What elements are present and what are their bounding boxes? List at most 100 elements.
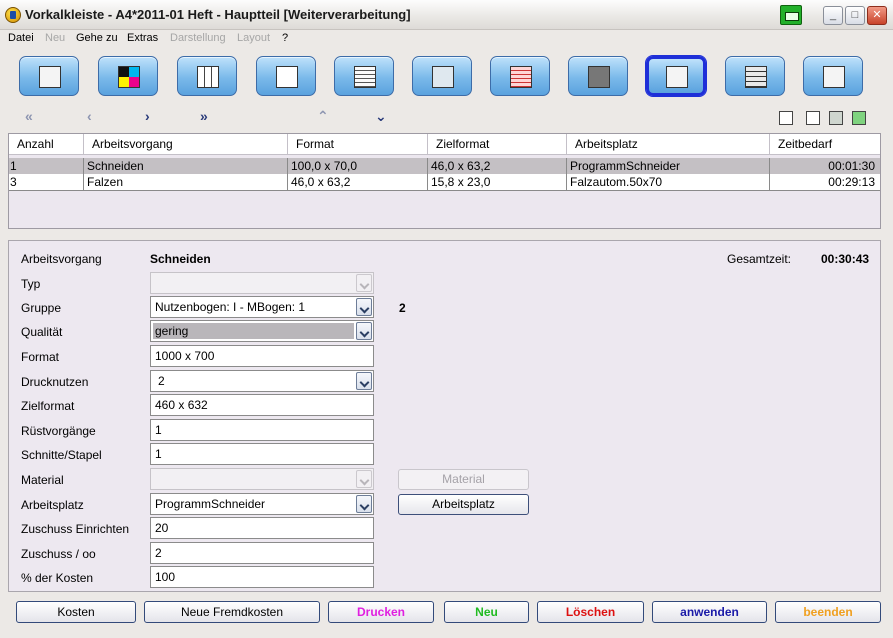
window-title: Vorkalkleiste - A4*2011-01 Heft - Hauptt… bbox=[25, 7, 411, 22]
move-down-icon[interactable]: ⌄ bbox=[375, 108, 387, 125]
arbeitsplatz-button[interactable]: Arbeitsplatz bbox=[398, 494, 529, 515]
arbeitsplatz-value: ProgrammSchneider bbox=[155, 497, 266, 511]
tool-finishing-worker[interactable] bbox=[803, 56, 863, 96]
material-select[interactable] bbox=[150, 468, 374, 490]
computer-icon bbox=[432, 66, 454, 88]
tool-paper-stack[interactable] bbox=[334, 56, 394, 96]
drucknutzen-select[interactable]: 2 bbox=[150, 370, 374, 392]
page-settings-icon[interactable] bbox=[806, 111, 820, 125]
printer-status-icon[interactable] bbox=[780, 5, 802, 25]
menu-gehe-zu[interactable]: Gehe zu bbox=[76, 32, 118, 44]
tool-workstation[interactable] bbox=[646, 56, 706, 96]
prepress-screen-icon bbox=[510, 66, 532, 88]
chevron-down-icon[interactable] bbox=[356, 298, 372, 316]
tool-operator-desk[interactable] bbox=[19, 56, 79, 96]
header-format[interactable]: Format bbox=[288, 134, 428, 155]
title-bar: Vorkalkleiste - A4*2011-01 Heft - Hauptt… bbox=[0, 0, 893, 30]
menu-layout[interactable]: Layout bbox=[237, 32, 270, 44]
minimize-button[interactable]: _ bbox=[823, 6, 843, 25]
material-label: Material bbox=[21, 473, 64, 487]
gruppe-select[interactable]: Nutzenbogen: I - MBogen: 1 bbox=[150, 296, 374, 318]
cell-arbeitsplatz: Falzautom.50x70 bbox=[567, 174, 770, 190]
table-row[interactable]: 3 Falzen 46,0 x 63,2 15,8 x 23,0 Falzaut… bbox=[9, 174, 880, 191]
tool-factory[interactable] bbox=[568, 56, 628, 96]
action-bar: Kosten Neue Fremdkosten Drucken Neu Lösc… bbox=[0, 598, 893, 630]
cell-arbeitsplatz: ProgrammSchneider bbox=[567, 158, 770, 174]
zuschuss-einrichten-input[interactable]: 20 bbox=[150, 517, 374, 539]
typ-label: Typ bbox=[21, 277, 41, 291]
zielformat-input[interactable]: 460 x 632 bbox=[150, 394, 374, 416]
tool-cmyk[interactable] bbox=[98, 56, 158, 96]
header-zeitbedarf[interactable]: Zeitbedarf bbox=[770, 134, 880, 155]
material-button[interactable]: Material bbox=[398, 469, 529, 490]
tool-prepress[interactable] bbox=[490, 56, 550, 96]
menu-help[interactable]: ? bbox=[282, 32, 288, 44]
zielformat-label: Zielformat bbox=[21, 399, 75, 413]
format-input[interactable]: 1000 x 700 bbox=[150, 345, 374, 367]
arbeitsvorgang-value: Schneiden bbox=[150, 252, 211, 266]
arbeitsplatz-select[interactable]: ProgrammSchneider bbox=[150, 493, 374, 515]
anwenden-button[interactable]: anwenden bbox=[652, 601, 767, 623]
schnitte-input[interactable]: 1 bbox=[150, 443, 374, 465]
chevron-down-icon[interactable] bbox=[356, 322, 372, 340]
ruestvorgaenge-label: Rüstvorgänge bbox=[21, 424, 96, 438]
beenden-button[interactable]: beenden bbox=[775, 601, 881, 623]
first-record-icon[interactable]: « bbox=[25, 108, 33, 124]
chevron-down-icon[interactable] bbox=[356, 274, 372, 292]
cell-anzahl: 3 bbox=[9, 174, 84, 190]
drucken-button[interactable]: Drucken bbox=[328, 601, 434, 623]
loeschen-button[interactable]: Löschen bbox=[537, 601, 644, 623]
cell-zielformat: 46,0 x 63,2 bbox=[428, 158, 567, 174]
prev-record-icon[interactable]: ‹ bbox=[87, 108, 92, 124]
app-icon bbox=[5, 7, 21, 23]
chevron-down-icon[interactable] bbox=[356, 495, 372, 513]
gruppe-label: Gruppe bbox=[21, 301, 62, 315]
typ-select[interactable] bbox=[150, 272, 374, 294]
grid-layout-icon bbox=[197, 66, 219, 88]
menu-extras[interactable]: Extras bbox=[127, 32, 158, 44]
spreadsheet-icon[interactable] bbox=[852, 111, 866, 125]
maximize-button[interactable]: □ bbox=[845, 6, 865, 25]
calculator-icon[interactable] bbox=[829, 111, 843, 125]
cell-format: 100,0 x 70,0 bbox=[288, 158, 428, 174]
menu-datei[interactable]: Datei bbox=[8, 32, 34, 44]
zuschuss-oo-input[interactable]: 2 bbox=[150, 542, 374, 564]
tool-book-stack[interactable] bbox=[725, 56, 785, 96]
print-icon[interactable] bbox=[779, 111, 793, 125]
book-stack-icon bbox=[745, 66, 767, 88]
ruestvorgaenge-input[interactable]: 1 bbox=[150, 419, 374, 441]
neu-button[interactable]: Neu bbox=[444, 601, 529, 623]
operation-detail-form: Arbeitsvorgang Schneiden Gesamtzeit: 00:… bbox=[8, 240, 881, 592]
menu-neu[interactable]: Neu bbox=[45, 32, 65, 44]
table-header: Anzahl Arbeitsvorgang Format Zielformat … bbox=[9, 134, 880, 155]
tool-computer[interactable] bbox=[412, 56, 472, 96]
tool-grid-layout[interactable] bbox=[177, 56, 237, 96]
header-arbeitsplatz[interactable]: Arbeitsplatz bbox=[567, 134, 770, 155]
finishing-worker-icon bbox=[823, 66, 845, 88]
drucknutzen-value: 2 bbox=[158, 374, 165, 388]
factory-icon bbox=[588, 66, 610, 88]
next-record-icon[interactable]: › bbox=[145, 108, 150, 124]
cmyk-icon bbox=[118, 66, 140, 88]
format-label: Format bbox=[21, 350, 60, 364]
paper-stack-icon bbox=[354, 66, 376, 88]
table-row[interactable]: 1 Schneiden 100,0 x 70,0 46,0 x 63,2 Pro… bbox=[9, 158, 880, 174]
header-anzahl[interactable]: Anzahl bbox=[9, 134, 84, 155]
tool-page-layout[interactable] bbox=[256, 56, 316, 96]
header-arbeitsvorgang[interactable]: Arbeitsvorgang bbox=[84, 134, 288, 155]
arbeitsvorgang-label: Arbeitsvorgang bbox=[21, 252, 102, 266]
neue-fremdkosten-button[interactable]: Neue Fremdkosten bbox=[144, 601, 320, 623]
menu-darstellung[interactable]: Darstellung bbox=[170, 32, 226, 44]
kosten-button[interactable]: Kosten bbox=[16, 601, 136, 623]
chevron-down-icon[interactable] bbox=[356, 372, 372, 390]
qualitaet-select[interactable]: gering bbox=[150, 320, 374, 342]
kosten-prozent-label: % der Kosten bbox=[21, 571, 94, 585]
kosten-prozent-input[interactable]: 100 bbox=[150, 566, 374, 588]
menu-bar: Datei Neu Gehe zu Extras Darstellung Lay… bbox=[0, 30, 893, 47]
header-zielformat[interactable]: Zielformat bbox=[428, 134, 567, 155]
workstation-icon bbox=[666, 66, 688, 88]
chevron-down-icon[interactable] bbox=[356, 470, 372, 488]
move-up-icon[interactable]: ⌃ bbox=[317, 108, 329, 125]
close-button[interactable]: ✕ bbox=[867, 6, 887, 25]
last-record-icon[interactable]: » bbox=[200, 108, 208, 124]
